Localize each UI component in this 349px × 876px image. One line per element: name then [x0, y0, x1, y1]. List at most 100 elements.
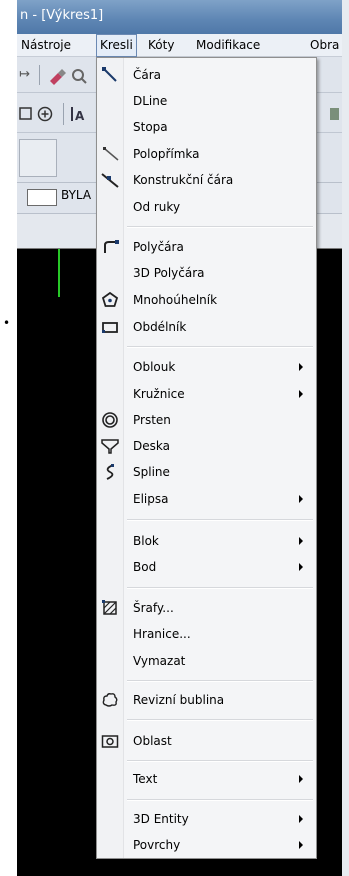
zoom-icon[interactable]: [69, 66, 89, 86]
menu-koty[interactable]: Kóty: [148, 34, 174, 56]
menu-item-hatch[interactable]: Šrafy...: [97, 595, 316, 621]
menu-item-label: Šrafy...: [133, 601, 174, 615]
menu-item-polyline[interactable]: Polyčára: [97, 234, 316, 260]
menu-item-spline[interactable]: Spline: [97, 459, 316, 485]
menu-item-label: 3D Polyčára: [133, 266, 205, 280]
submenu-arrow-icon: [299, 363, 303, 371]
menu-item-donut[interactable]: Prsten: [97, 407, 316, 433]
menu-item-3d-polyline[interactable]: 3D Polyčára: [97, 260, 316, 286]
menu-item-arc[interactable]: Oblouk: [97, 354, 316, 380]
construction-line-icon: [101, 173, 119, 188]
toolbar-separator: [39, 65, 40, 85]
menu-item-rectangle[interactable]: Obdélník: [97, 314, 316, 340]
menu-separator: [127, 226, 313, 228]
menu-item-label: Oblast: [133, 734, 172, 748]
menu-modifikace[interactable]: Modifikace: [196, 34, 260, 56]
menu-item-region[interactable]: Oblast: [97, 728, 316, 754]
desktop-left-strip: [0, 0, 17, 876]
line-icon: [102, 67, 117, 82]
menu-separator: [127, 799, 313, 801]
menu-item-polygon[interactable]: Mnohoúhelník: [97, 287, 316, 313]
submenu-arrow-icon: [299, 841, 303, 849]
menu-separator: [127, 519, 313, 521]
submenu-arrow-icon: [299, 815, 303, 823]
toolbar-separator: [63, 103, 64, 125]
menu-item-label: Čára: [133, 68, 162, 82]
text-style-icon[interactable]: A: [70, 105, 88, 123]
material-icon[interactable]: [329, 105, 342, 123]
menu-item-stopa[interactable]: Stopa: [97, 114, 316, 140]
bullet-dot: •: [3, 316, 11, 330]
color-swatch[interactable]: [27, 189, 57, 206]
menu-item-label: DLine: [133, 94, 168, 108]
menu-item-label: Oblouk: [133, 360, 176, 374]
ucs-y-axis: [58, 249, 60, 297]
donut-icon: [102, 412, 118, 428]
menu-item-circle[interactable]: Kružnice: [97, 381, 316, 407]
menu-separator: [127, 680, 313, 682]
menu-item-label: Blok: [133, 534, 159, 548]
menu-item-label: Hranice...: [133, 627, 191, 641]
menu-item-label: Konstrukční čára: [133, 173, 234, 187]
menu-item-ellipse[interactable]: Elipsa: [97, 486, 316, 512]
menu-item-boundary[interactable]: Hranice...: [97, 621, 316, 647]
menu-item-label: Bod: [133, 560, 157, 574]
menu-item-label: 3D Entity: [133, 812, 189, 826]
menu-item-line[interactable]: Čára: [97, 62, 316, 88]
menu-item-label: Spline: [133, 465, 170, 479]
polygon-icon: [101, 291, 119, 307]
menu-item-revision-cloud[interactable]: Revizní bublina: [97, 687, 316, 713]
layer-icon[interactable]: [19, 107, 33, 121]
add-icon[interactable]: [37, 106, 53, 122]
menu-separator: [127, 760, 313, 762]
plane-icon: [101, 439, 119, 454]
svg-text:A: A: [75, 109, 85, 123]
menu-item-label: Polopřímka: [133, 147, 200, 161]
window-title: n - [Výkres1]: [17, 0, 342, 34]
menu-separator: [127, 346, 313, 348]
polyline-icon: [104, 240, 119, 253]
spline-icon: [106, 464, 114, 480]
menu-item-label: Text: [133, 772, 158, 786]
menu-item-construction-line[interactable]: Konstrukční čára: [97, 167, 316, 193]
menu-item-point[interactable]: Bod: [97, 554, 316, 580]
right-edge-strip: [342, 0, 349, 876]
menu-separator: [127, 587, 313, 589]
revision-cloud-icon: [102, 693, 118, 707]
menu-item-ray[interactable]: Polopřímka: [97, 141, 316, 167]
menu-item-label: Kružnice: [133, 387, 185, 401]
menu-nastroje[interactable]: Nástroje: [21, 34, 71, 56]
region-icon: [101, 735, 119, 748]
menu-item-3d-entity[interactable]: 3D Entity: [97, 806, 316, 832]
menu-kresli[interactable]: Kresli: [96, 34, 137, 57]
submenu-arrow-icon: [299, 495, 303, 503]
rectangle-icon: [102, 322, 118, 333]
menu-item-label: Stopa: [133, 120, 168, 134]
menu-separator: [127, 719, 313, 721]
menu-item-wipeout[interactable]: Vymazat: [97, 648, 316, 674]
menu-obrazek[interactable]: Obra: [310, 34, 339, 56]
draw-menu-dropdown: Čára DLine Stopa Polopřímka Konstrukční …: [96, 57, 317, 859]
submenu-arrow-icon: [299, 537, 303, 545]
toolbar-arrow-icon[interactable]: ↦: [19, 67, 30, 82]
menu-item-plane[interactable]: Deska: [97, 433, 316, 459]
linetype-value[interactable]: BYLA: [61, 188, 91, 202]
properties-panel-frame: [19, 139, 57, 177]
menu-item-label: Revizní bublina: [133, 693, 225, 707]
menu-item-label: Obdélník: [133, 320, 187, 334]
menu-item-label: Elipsa: [133, 492, 169, 506]
submenu-arrow-icon: [299, 775, 303, 783]
menu-item-block[interactable]: Blok: [97, 528, 316, 554]
submenu-arrow-icon: [299, 390, 303, 398]
menu-item-freehand[interactable]: Od ruky: [97, 194, 316, 220]
menu-item-surfaces[interactable]: Povrchy: [97, 832, 316, 858]
menu-item-text[interactable]: Text: [97, 766, 316, 792]
submenu-arrow-icon: [299, 563, 303, 571]
menu-item-label: Mnohoúhelník: [133, 293, 218, 307]
match-properties-icon[interactable]: [47, 66, 67, 86]
menu-item-label: Prsten: [133, 413, 171, 427]
menu-item-label: Od ruky: [133, 200, 181, 214]
menu-item-label: Vymazat: [133, 654, 186, 668]
menu-item-label: Polyčára: [133, 240, 184, 254]
menu-item-dline[interactable]: DLine: [97, 88, 316, 114]
